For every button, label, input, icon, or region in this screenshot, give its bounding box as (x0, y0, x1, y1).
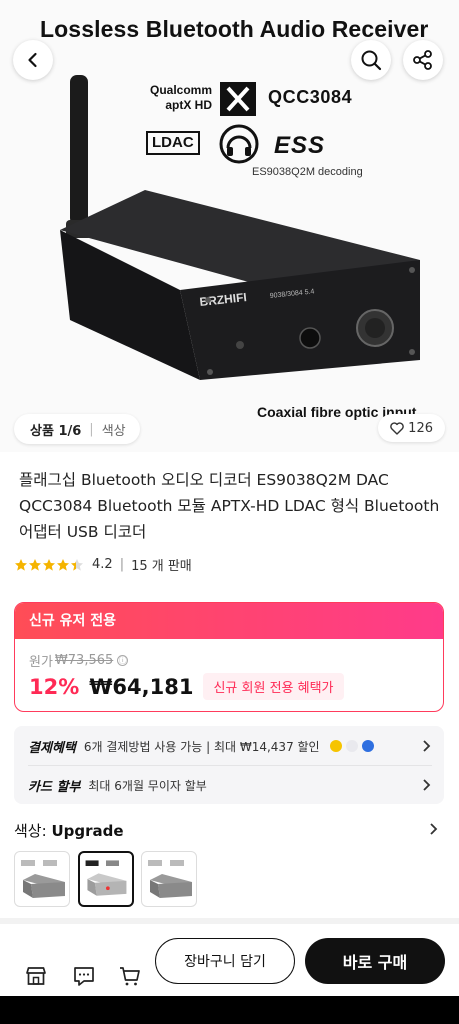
chat-icon[interactable] (72, 964, 96, 988)
share-icon (413, 50, 432, 70)
member-price-tag: 신규 회원 전용 혜택가 (203, 673, 344, 700)
device-thumb-image (21, 860, 65, 898)
back-icon (28, 52, 37, 68)
search-icon (361, 50, 382, 71)
new-user-banner: 신규 유저 전용 (15, 603, 443, 639)
product-image-gallery[interactable]: Lossless Bluetooth Audio Receiver Qualco… (0, 0, 459, 452)
sale-price: ₩64,181 (89, 674, 194, 699)
chevron-right-icon (423, 740, 431, 752)
payment-benefit-key: 결제혜택 (28, 740, 76, 756)
color-option-thumb-3[interactable] (141, 851, 197, 907)
page-counter: 상품 1/6 (30, 423, 82, 439)
color-tab[interactable]: 색상 (102, 420, 126, 439)
cart-icon[interactable] (118, 964, 142, 988)
benefits-panel: 결제혜택 6개 결제방법 사용 가능 | 최대 ₩14,437 할인 카드 할부… (14, 726, 444, 804)
product-title: 플래그십 Bluetooth 오디오 디코더 ES9038Q2M DAC QCC… (19, 471, 440, 541)
heart-icon (390, 421, 404, 435)
star-icon (57, 558, 69, 571)
like-count: 126 (408, 420, 433, 436)
star-icon (15, 558, 27, 571)
rating-value: 4.2 (92, 557, 113, 572)
original-price-row: 원가 ₩73,565 ⓘ (29, 651, 129, 670)
rating-divider: | (119, 557, 125, 572)
page-separator: | (89, 421, 94, 437)
hero-title: Lossless Bluetooth Audio Receiver (40, 16, 429, 42)
star-icon (43, 558, 55, 571)
color-option-value: Upgrade (51, 822, 124, 840)
color-option-thumb-2[interactable] (78, 851, 134, 907)
chevron-right-icon (423, 779, 431, 791)
rating-row[interactable]: 4.2 | 15 개 판매 (14, 555, 192, 574)
chevron-right-icon[interactable] (429, 822, 439, 836)
price-row: 12% ₩64,181 신규 회원 전용 혜택가 (29, 673, 344, 700)
dac-device-image: BRZHIFI 9038/3084 5.4 (60, 75, 420, 380)
buy-now-button[interactable]: 바로 구매 (305, 938, 445, 984)
device-thumb-image (148, 860, 192, 898)
discount-rate: 12% (29, 674, 80, 699)
add-to-cart-button[interactable]: 장바구니 담기 (155, 938, 295, 984)
kakaopay-logo-icon (329, 740, 342, 752)
star-icon (29, 558, 41, 571)
like-button[interactable]: 126 (378, 414, 445, 442)
back-button[interactable] (13, 40, 53, 80)
installment-key: 카드 할부 (28, 779, 81, 795)
payment-benefit-row[interactable]: 결제혜택 6개 결제방법 사용 가능 | 최대 ₩14,437 할인 (28, 727, 432, 765)
installment-text: 최대 6개월 무이자 할부 (88, 778, 207, 793)
rating-stars (14, 558, 84, 572)
color-option-title[interactable]: 색상: Upgrade (14, 820, 124, 841)
star-half-icon (71, 558, 83, 571)
info-icon[interactable]: ⓘ (117, 655, 129, 666)
original-price-label: 원가 (29, 655, 53, 670)
payment-benefit-text: 6개 결제방법 사용 가능 | 최대 ₩14,437 할인 (83, 739, 320, 754)
payment-logos (329, 740, 378, 752)
original-price: ₩73,565 (54, 653, 114, 668)
installment-row[interactable]: 카드 할부 최대 6개월 무이자 할부 (28, 766, 432, 804)
color-option-label: 색상: (14, 822, 52, 840)
gallery-page-indicator[interactable]: 상품 1/6 | 색상 (14, 414, 140, 444)
system-navigation-bar (0, 996, 459, 1024)
store-icon[interactable] (24, 964, 48, 988)
samsungpay-logo-icon (361, 740, 374, 752)
device-thumb-image (85, 860, 127, 896)
card-logo-icon (345, 740, 358, 752)
price-card: 신규 유저 전용 원가 ₩73,565 ⓘ 12% ₩64,181 신규 회원 … (14, 602, 444, 712)
color-option-thumb-1[interactable] (14, 851, 70, 907)
sales-count: 15 개 판매 (131, 559, 192, 574)
